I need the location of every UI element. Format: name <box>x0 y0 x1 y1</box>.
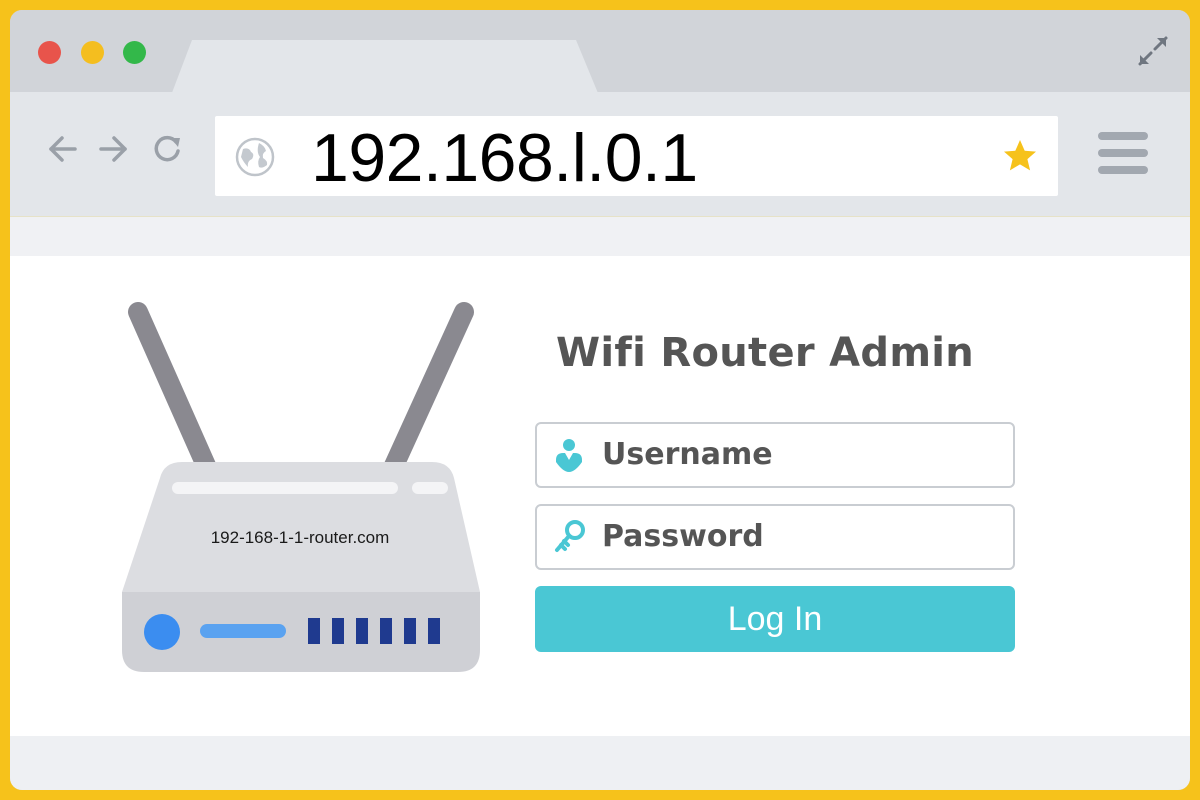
footer-strip <box>10 736 1190 790</box>
forward-arrow-icon[interactable] <box>96 132 130 166</box>
address-bar[interactable]: 192.168.l.0.1 <box>215 116 1058 196</box>
router-label: 192-168-1-1-router.com <box>210 528 390 547</box>
browser-window: 192.168.l.0.1 192-168-1-1-router.com Wif… <box>10 10 1190 790</box>
browser-toolbar: 192.168.l.0.1 <box>10 92 1190 216</box>
reload-icon[interactable] <box>150 132 184 166</box>
router-status-bar <box>200 624 286 638</box>
router-top-panel <box>122 462 480 592</box>
browser-tab[interactable] <box>170 40 600 98</box>
left-antenna <box>128 302 218 480</box>
router-graphic <box>122 302 480 672</box>
title-bar <box>10 10 1190 98</box>
close-window-button[interactable] <box>38 41 61 64</box>
key-icon <box>555 520 585 552</box>
login-button[interactable]: Log In <box>535 586 1015 652</box>
username-placeholder: Username <box>602 437 773 472</box>
maximize-window-button[interactable] <box>123 41 146 64</box>
password-placeholder: Password <box>602 519 764 554</box>
user-icon <box>556 439 582 472</box>
password-field[interactable]: Password <box>535 504 1015 570</box>
username-field[interactable]: Username <box>535 422 1015 488</box>
router-top-strip-small <box>412 482 448 494</box>
page-content: 192-168-1-1-router.com Wifi Router Admin… <box>10 256 1190 736</box>
hamburger-menu-icon[interactable] <box>1098 132 1148 176</box>
expand-icon[interactable] <box>1136 34 1170 68</box>
url-text[interactable]: 192.168.l.0.1 <box>311 120 698 196</box>
minimize-window-button[interactable] <box>81 41 104 64</box>
back-arrow-icon[interactable] <box>46 132 80 166</box>
router-power-led <box>144 614 180 650</box>
router-top-strip <box>172 482 398 494</box>
bookmark-star-icon[interactable] <box>1002 138 1038 174</box>
globe-icon <box>235 137 275 177</box>
login-title: Wifi Router Admin <box>556 330 975 376</box>
right-antenna <box>382 302 474 480</box>
tab-content-strip <box>10 216 1190 256</box>
router-illustration: 192-168-1-1-router.com <box>120 300 500 700</box>
